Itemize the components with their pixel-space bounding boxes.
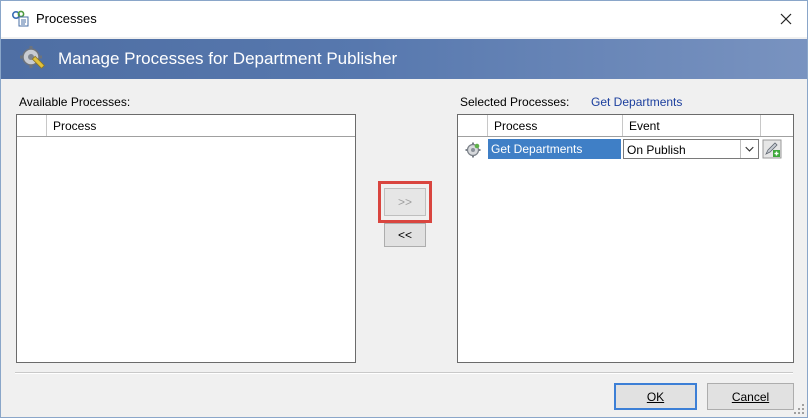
banner-title: Manage Processes for Department Publishe… [58, 49, 398, 68]
selected-process-column-header[interactable]: Process [488, 115, 623, 136]
window-title: Processes [36, 11, 97, 26]
cancel-button-label: Cancel [731, 389, 770, 404]
processes-app-icon [11, 10, 29, 27]
resize-grip-icon[interactable] [793, 403, 805, 415]
cancel-button[interactable]: Cancel [707, 383, 794, 410]
ok-button[interactable]: OK [614, 383, 697, 410]
gear-wrench-icon [20, 46, 45, 69]
selected-action-column-header [761, 115, 793, 136]
edit-process-icon[interactable] [762, 139, 782, 159]
close-icon[interactable] [773, 6, 799, 32]
available-grid-header: Process [17, 115, 355, 137]
selected-process-name: Get Departments [591, 95, 683, 109]
selected-row-process-cell[interactable]: Get Departments [488, 139, 621, 159]
available-row-header-cell [17, 115, 47, 136]
process-gear-icon [465, 142, 481, 158]
selected-event-column-header[interactable]: Event [623, 115, 761, 136]
selected-grid-header: Process Event [458, 115, 793, 137]
title-bar: Processes [1, 1, 807, 37]
available-processes-label: Available Processes: [19, 95, 131, 109]
event-dropdown-value: On Publish [627, 143, 686, 157]
event-dropdown[interactable]: On Publish [623, 139, 759, 159]
selected-processes-label: Selected Processes: [460, 95, 570, 109]
footer-separator [15, 372, 793, 374]
selected-row-header-cell [458, 115, 488, 136]
ok-button-label: OK [646, 389, 665, 404]
remove-process-button[interactable]: << [384, 223, 426, 247]
chevron-down-icon[interactable] [740, 140, 758, 158]
available-process-column-header[interactable]: Process [47, 115, 355, 136]
highlight-box [378, 181, 432, 223]
processes-dialog: Processes Manage Processes for Departmen… [0, 0, 808, 418]
header-banner: Manage Processes for Department Publishe… [1, 39, 807, 79]
available-processes-grid[interactable]: Process [16, 114, 356, 363]
